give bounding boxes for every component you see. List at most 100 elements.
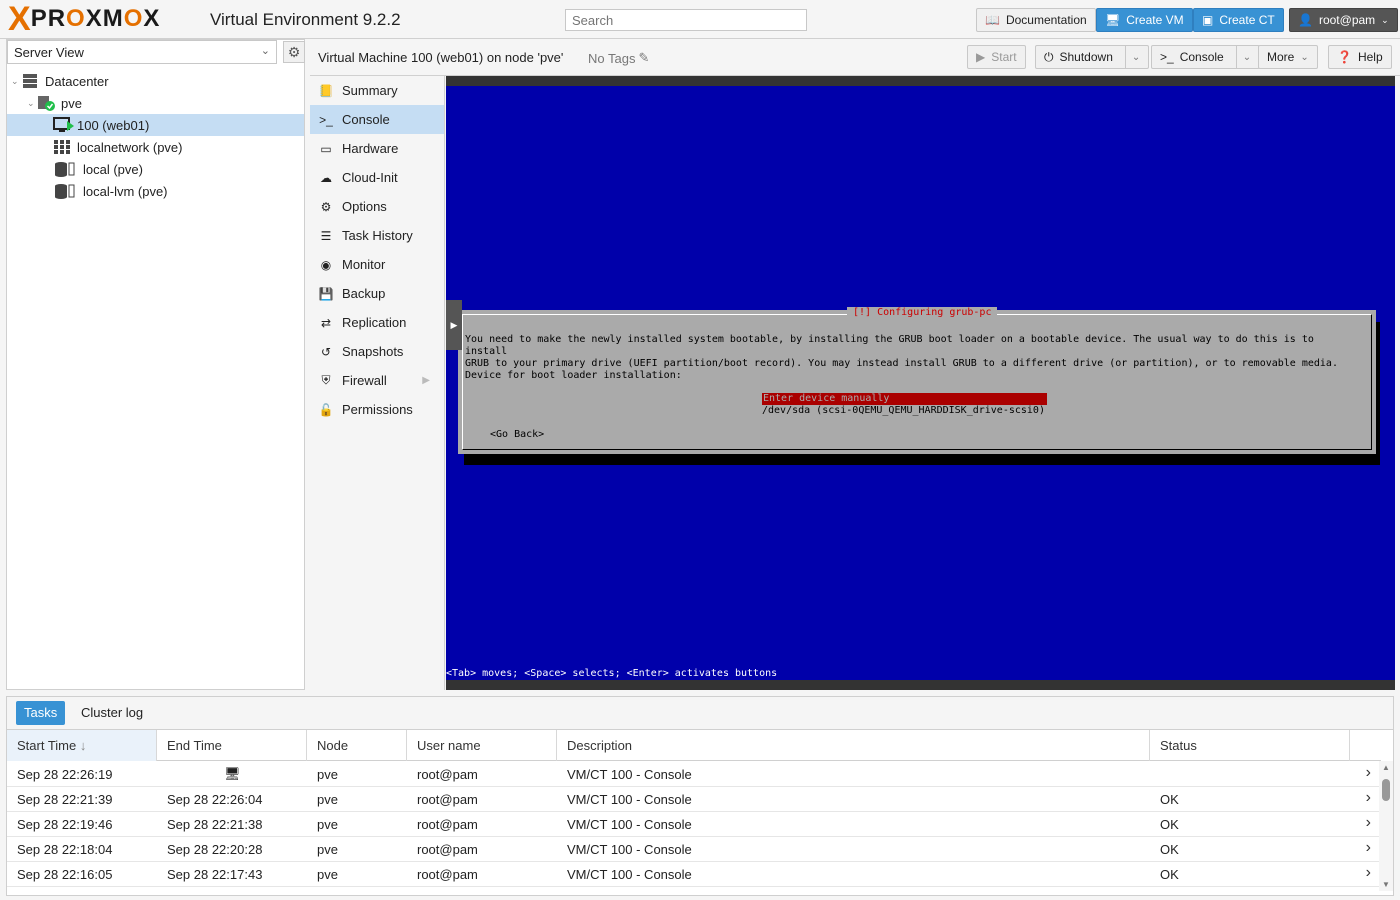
tree-node-local-lvm[interactable]: local-lvm (pve) [7, 180, 304, 202]
tree-node-localnetwork[interactable]: localnetwork (pve) [7, 136, 304, 158]
menu-firewall[interactable]: ⛨ Firewall ▶ [310, 366, 444, 395]
vm-header: Virtual Machine 100 (web01) on node 'pve… [310, 39, 1400, 76]
more-button[interactable]: More ⌄ [1258, 45, 1318, 69]
user-menu-button[interactable]: 👤 root@pam ⌄ [1289, 8, 1398, 32]
menu-task-history[interactable]: ☰ Task History [310, 221, 444, 250]
console-button[interactable]: >_ Console ⌄ [1151, 45, 1261, 69]
top-bar: X PROXMOX Virtual Environment 9.2.2 📖 Do… [0, 0, 1400, 39]
collapse-icon[interactable]: ⌄ [27, 98, 37, 109]
menu-summary[interactable]: 📒 Summary [310, 76, 444, 105]
running-monitor-icon: 🖥 [224, 766, 241, 781]
console-screen[interactable]: [!] Configuring grub-pc You need to make… [446, 86, 1395, 680]
table-row[interactable]: Sep 28 22:19:46 Sep 28 22:21:38 pve root… [7, 812, 1381, 837]
chevron-right-icon[interactable]: › [1366, 764, 1371, 782]
go-back-button[interactable]: <Go Back> [490, 429, 544, 440]
power-icon: ⏻ [1044, 49, 1054, 64]
column-description[interactable]: Description [557, 730, 1150, 761]
documentation-button[interactable]: 📖 Documentation [976, 8, 1096, 32]
book-icon: 📖 [985, 13, 1000, 27]
tags-editor[interactable]: No Tags ✎ [588, 50, 649, 66]
logo-x: X [8, 0, 31, 38]
play-icon: ▶ [976, 50, 986, 64]
network-grid-icon [53, 139, 71, 155]
column-end-time[interactable]: End Time [157, 730, 307, 761]
menu-replication[interactable]: ⇄ Replication [310, 308, 444, 337]
sort-down-icon: ↓ [79, 738, 87, 753]
tab-cluster-log[interactable]: Cluster log [73, 701, 151, 725]
option-dev-sda[interactable]: /dev/sda (scsi-0QEMU_QEMU_HARDDISK_drive… [762, 405, 1045, 417]
table-row[interactable]: Sep 28 22:16:05 Sep 28 22:17:43 pve root… [7, 862, 1381, 887]
scroll-up-icon[interactable]: ▲ [1382, 763, 1390, 772]
tree-node-local-storage[interactable]: local (pve) [7, 158, 304, 180]
caret-right-icon: ▶ [422, 375, 430, 386]
view-selector[interactable]: Server View ⌄ [7, 40, 277, 64]
column-status[interactable]: Status [1150, 730, 1350, 761]
monitor-icon: 🖥 [1105, 13, 1121, 27]
storage-icon [53, 183, 77, 199]
vm-console[interactable]: [!] Configuring grub-pc You need to make… [446, 76, 1395, 690]
book-icon: 📒 [318, 83, 334, 98]
option-enter-device-manually[interactable]: Enter device manually [762, 393, 1047, 405]
menu-hardware[interactable]: ▭ Hardware [310, 134, 444, 163]
pencil-icon[interactable]: ✎ [638, 50, 649, 66]
menu-console[interactable]: >_ Console [310, 105, 444, 134]
column-user-name[interactable]: User name [407, 730, 557, 761]
scroll-thumb[interactable] [1382, 779, 1390, 801]
table-row[interactable]: Sep 28 22:26:19 🖥 pve root@pam VM/CT 100… [7, 762, 1381, 787]
tree-node-datacenter[interactable]: ⌄ Datacenter [7, 70, 304, 92]
grub-dialog: [!] Configuring grub-pc You need to make… [458, 307, 1376, 454]
vm-title: Virtual Machine 100 (web01) on node 'pve… [318, 50, 564, 65]
tree-node-vm-100[interactable]: 100 (web01) [7, 114, 304, 136]
dialog-title: [!] Configuring grub-pc [847, 307, 998, 318]
server-icon [21, 73, 39, 89]
chevron-down-icon: ⌄ [1300, 51, 1309, 63]
menu-backup[interactable]: 💾 Backup [310, 279, 444, 308]
start-button[interactable]: ▶ Start [967, 45, 1026, 69]
search-input[interactable] [565, 9, 807, 31]
chevron-down-icon: ⌄ [1381, 15, 1389, 25]
chevron-right-icon[interactable]: › [1366, 839, 1371, 857]
unlock-icon: 🔓 [318, 402, 334, 417]
vm-running-icon [53, 117, 74, 133]
list-icon: ☰ [320, 228, 332, 243]
chevron-down-icon: ⌄ [260, 45, 270, 57]
menu-cloud-init[interactable]: ☁ Cloud-Init [310, 163, 444, 192]
task-tabs: Tasks Cluster log [7, 697, 1393, 730]
resource-tree: ⌄ Datacenter ⌄ pve 100 (web01) localnetw… [7, 70, 304, 202]
cloud-icon: ☁ [320, 170, 332, 185]
menu-monitor[interactable]: ◉ Monitor [310, 250, 444, 279]
vm-side-menu: 📒 Summary >_ Console ▭ Hardware ☁ Cloud-Init… [310, 76, 445, 690]
novnc-sidebar-handle[interactable]: ▶ [446, 300, 462, 350]
tree-node-pve[interactable]: ⌄ pve [7, 92, 304, 114]
proxmox-logo: X PROXMOX [8, 0, 161, 38]
chevron-down-icon[interactable]: ⌄ [1124, 46, 1140, 68]
floppy-icon: 💾 [318, 286, 334, 301]
eye-icon: ◉ [320, 257, 332, 272]
dialog-prompt: Device for boot loader installation: [465, 370, 682, 381]
task-table-scrollbar[interactable]: ▲ ▼ [1379, 761, 1393, 891]
shutdown-button[interactable]: ⏻ Shutdown ⌄ [1035, 45, 1150, 69]
shield-icon: ⛨ [321, 373, 331, 387]
table-row[interactable]: Sep 28 22:18:04 Sep 28 22:20:28 pve root… [7, 837, 1381, 862]
chevron-right-icon[interactable]: › [1366, 789, 1371, 807]
retweet-icon: ⇄ [320, 315, 332, 330]
chevron-right-icon[interactable]: › [1366, 864, 1371, 882]
column-node[interactable]: Node [307, 730, 407, 761]
menu-permissions[interactable]: 🔓 Permissions [310, 395, 444, 424]
create-vm-button[interactable]: 🖥 Create VM [1096, 8, 1193, 32]
tab-tasks[interactable]: Tasks [16, 701, 66, 725]
column-start-time[interactable]: Start Time ↓ [7, 730, 157, 761]
collapse-icon[interactable]: ⌄ [11, 76, 21, 87]
caret-right-icon: ▶ [450, 319, 458, 330]
chevron-down-icon[interactable]: ⌄ [1235, 46, 1251, 68]
logo-wordmark: PROXMOX [30, 5, 161, 32]
table-row[interactable]: Sep 28 22:21:39 Sep 28 22:26:04 pve root… [7, 787, 1381, 812]
gear-icon[interactable]: ⚙ [283, 41, 305, 63]
help-button[interactable]: ❓ Help [1328, 45, 1392, 69]
menu-options[interactable]: ⚙ Options [310, 192, 444, 221]
scroll-down-icon[interactable]: ▼ [1382, 880, 1390, 889]
menu-snapshots[interactable]: ↺ Snapshots [310, 337, 444, 366]
chevron-right-icon[interactable]: › [1366, 814, 1371, 832]
history-icon: ↺ [320, 344, 332, 359]
create-ct-button[interactable]: ▣ Create CT [1193, 8, 1284, 32]
